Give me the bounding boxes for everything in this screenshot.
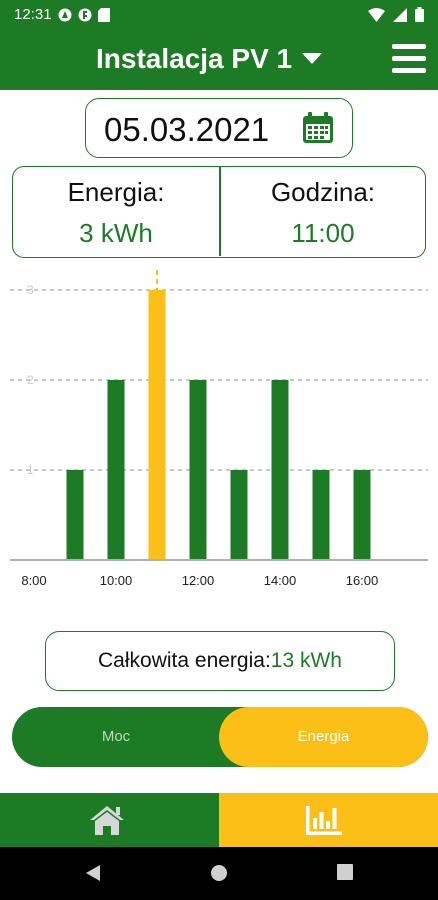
total-energy-label: Całkowita energia: [98,649,271,672]
nav-tab-statistics[interactable] [219,793,438,847]
caret-down-icon [302,52,323,70]
x-tick-label: 8:00 [21,573,46,588]
bar-selected [148,290,166,560]
x-tick-label: 14:00 [264,573,297,588]
hour-label: Godzina: [270,177,376,207]
toggle-option-energia[interactable]: Energia [219,707,428,767]
badge-icon [78,8,92,27]
x-tick-label: 10:00 [100,573,133,588]
hour-info: Godzina: 11:00 [220,177,426,249]
installation-selector[interactable]: Instalacja PV 1 [96,43,323,75]
recents-icon[interactable] [337,864,353,880]
hamburger-menu-icon[interactable] [392,44,426,74]
selection-info-card: Energia: 3 kWh Godzina: 11:00 [12,166,426,258]
y-tick-label: 3 [27,283,34,297]
bar [353,470,371,560]
x-tick-label: 12:00 [182,573,215,588]
date-picker[interactable]: 05.03.2021 [85,98,353,158]
y-tick-label: 2 [27,373,34,387]
app-bar: Instalacja PV 1 [0,30,438,90]
energy-value: 3 kWh [79,218,153,248]
status-bar: 12:31 [0,0,438,30]
home-circle-icon[interactable] [210,864,228,882]
status-right-icons [368,7,424,27]
total-energy-value: 13 kWh [270,649,342,672]
nav-tab-home[interactable] [0,793,219,847]
battery-icon [415,7,424,27]
back-icon[interactable] [84,864,102,882]
selected-date: 05.03.2021 [104,111,270,148]
energy-info: Energia: 3 kWh [13,177,219,249]
bar [271,380,289,560]
signal-icon [393,7,407,27]
total-energy-box: Całkowita energia:13 kWh [45,631,395,691]
x-tick-label: 16:00 [346,573,379,588]
badge-icon [58,8,72,27]
calendar-icon[interactable] [302,112,334,149]
bar-chart-icon [306,806,342,835]
hour-value: 11:00 [291,218,355,248]
bar [230,470,248,560]
status-time: 12:31 [14,6,52,23]
toggle-option-moc[interactable]: Moc [12,707,220,767]
energy-bar-chart[interactable]: 1 2 3 8:00 10:00 12:00 14:00 16:00 [0,266,438,596]
y-tick-label: 1 [27,463,34,477]
system-navigation-bar [0,847,438,900]
bar [107,380,125,560]
bar [66,470,84,560]
status-left-icons [58,8,110,27]
bottom-navigation [0,793,438,847]
energy-label: Energia: [67,177,165,207]
page-title: Instalacja PV 1 [96,43,293,74]
bar [189,380,207,560]
sd-card-icon [98,8,110,27]
bar [312,470,330,560]
home-icon [90,806,124,835]
mode-toggle[interactable]: Moc Energia [12,707,428,767]
app-screen: 12:31 Instalacja PV 1 05.03.2021 Energia… [0,0,438,900]
wifi-icon [368,7,385,27]
